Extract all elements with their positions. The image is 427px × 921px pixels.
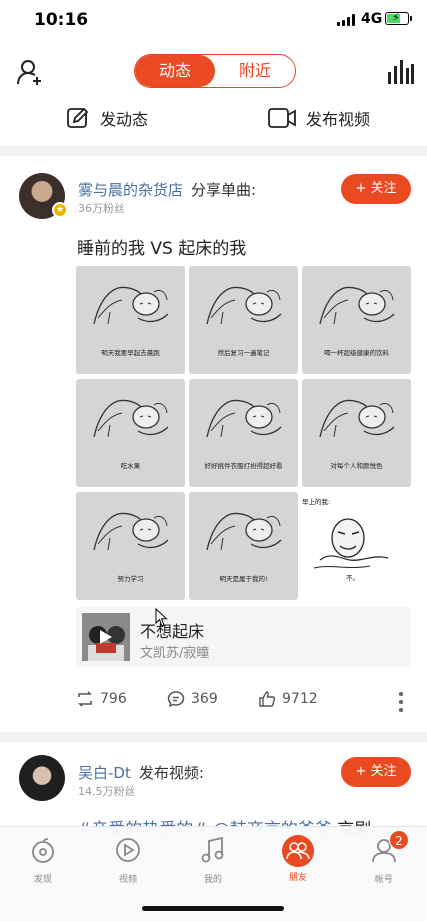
- mouse-cursor-icon: [155, 608, 168, 627]
- network-type: 4G: [361, 11, 383, 27]
- tab-label: 帐号: [374, 875, 393, 885]
- disc-icon: [32, 838, 54, 863]
- tab-dongtai[interactable]: 动态: [135, 55, 215, 87]
- video-play-icon: [116, 838, 140, 862]
- edit-icon: [67, 107, 89, 128]
- tab-label: 发现: [33, 875, 52, 885]
- post-status-button[interactable]: 发动态: [66, 106, 148, 130]
- add-friend-icon[interactable]: [16, 58, 44, 86]
- tab-label: 朋友: [288, 873, 307, 883]
- engagement-bar: 796 369 9712: [0, 690, 427, 716]
- avatar[interactable]: [19, 755, 65, 801]
- grid-image[interactable]: 明天我要早起去晨跑: [76, 266, 185, 374]
- video-camera-icon: [268, 108, 296, 128]
- battery-icon: ⚡: [385, 11, 412, 25]
- grid-image[interactable]: 对每个人和颜悦色: [302, 379, 411, 487]
- image-grid: 明天我要早起去晨跑 然后复习一遍笔记 喝一杯超级健康的饮料吃水果 好好挑件衣服打扮得超…: [76, 266, 411, 600]
- tab-label: 我的: [203, 875, 222, 885]
- sleeping-person-drawing: [206, 399, 282, 438]
- grid-image[interactable]: 吃水果: [76, 379, 185, 487]
- meme-bottom-text: 不。: [346, 574, 359, 582]
- like-count: 9712: [282, 691, 318, 707]
- feed-segment-control: 动态 附近: [134, 54, 296, 88]
- thumbs-up-icon: [259, 691, 276, 707]
- verified-star-icon: ★: [52, 202, 68, 218]
- sleeping-person-drawing: [319, 399, 395, 438]
- post-verb: 分享单曲:: [191, 181, 257, 199]
- grid-image[interactable]: 明天是属于我的!: [189, 492, 298, 600]
- author-name[interactable]: 雾与晨的杂货店: [78, 181, 183, 199]
- status-time: 10:16: [34, 10, 89, 30]
- sleeping-person-drawing: [93, 512, 169, 551]
- post-verb: 发布视频:: [138, 764, 204, 782]
- sleeping-person-drawing: [319, 286, 395, 325]
- status-bar: 10:16 4G ⚡: [0, 0, 427, 44]
- panel-caption: 对每个人和颜悦色: [330, 462, 383, 470]
- post-text: 睡前的我 VS 起床的我: [77, 239, 247, 259]
- tab-mine[interactable]: 我的: [183, 835, 243, 885]
- like-button[interactable]: 9712: [258, 690, 318, 708]
- panel-caption: 好好挑件衣服打扮得超好看: [204, 462, 283, 470]
- album-cover: [82, 613, 130, 661]
- notification-badge: 2: [389, 830, 409, 850]
- more-options-icon[interactable]: [399, 692, 403, 712]
- tab-label: 视频: [118, 875, 137, 885]
- sleeping-person-drawing: [93, 286, 169, 325]
- grid-image[interactable]: 好好挑件衣服打扮得超好看: [189, 379, 298, 487]
- grid-image[interactable]: 早上的我: 不。: [302, 492, 411, 600]
- compose-actions: 发动态 发布视频: [0, 100, 427, 140]
- song-title: 不想起床: [140, 622, 205, 641]
- meme-top-text: 早上的我:: [302, 498, 331, 506]
- post-status-label: 发动态: [100, 110, 149, 129]
- top-nav: 动态 附近: [0, 48, 427, 96]
- grid-image[interactable]: 努力学习: [76, 492, 185, 600]
- author-name[interactable]: 吴白-Dt: [78, 764, 131, 782]
- comment-icon: [167, 691, 185, 708]
- sleeping-person-drawing: [206, 512, 282, 551]
- grid-image[interactable]: 然后复习一遍笔记: [189, 266, 298, 374]
- tab-friends[interactable]: 朋友: [268, 835, 328, 883]
- meme-face-drawing: [313, 518, 389, 569]
- post-video-button[interactable]: 发布视频: [268, 106, 370, 130]
- repost-icon: [78, 691, 92, 707]
- panel-caption: 然后复习一遍笔记: [217, 349, 270, 357]
- repost-button[interactable]: 796: [76, 690, 127, 708]
- section-divider: [0, 732, 427, 742]
- signal-icon: [337, 14, 357, 26]
- panel-caption: 努力学习: [117, 575, 144, 583]
- fan-count: 36万粉丝: [78, 202, 125, 215]
- tab-discover[interactable]: 发现: [13, 835, 73, 885]
- tab-video[interactable]: 视频: [98, 835, 158, 885]
- repost-count: 796: [100, 691, 127, 707]
- grid-image[interactable]: 喝一杯超级健康的饮料: [302, 266, 411, 374]
- sleeping-person-drawing: [93, 399, 169, 438]
- post-video-label: 发布视频: [306, 110, 371, 129]
- post-header: 吴白-Dt 发布视频:: [78, 762, 204, 783]
- tab-nearby[interactable]: 附近: [215, 55, 295, 87]
- sleeping-person-drawing: [206, 286, 282, 325]
- comment-count: 369: [191, 691, 218, 707]
- panel-caption: 明天我要早起去晨跑: [101, 349, 160, 357]
- play-icon: [100, 630, 112, 644]
- panel-caption: 喝一杯超级健康的饮料: [324, 349, 389, 357]
- follow-button[interactable]: + 关注: [341, 174, 411, 204]
- follow-button[interactable]: + 关注: [341, 757, 411, 787]
- comment-button[interactable]: 369: [167, 690, 218, 708]
- friends-icon: [282, 835, 314, 867]
- song-artist: 文凯苏/寂瞳: [140, 646, 210, 661]
- home-indicator[interactable]: [142, 906, 284, 911]
- panel-caption: 明天是属于我的!: [219, 575, 268, 583]
- music-note-icon: [201, 836, 224, 863]
- section-divider: [0, 146, 427, 156]
- post-header: 雾与晨的杂货店 分享单曲:: [78, 179, 256, 200]
- stats-icon[interactable]: [387, 60, 414, 84]
- fan-count: 14.5万粉丝: [78, 785, 136, 798]
- panel-caption: 吃水果: [120, 462, 141, 470]
- song-card[interactable]: 不想起床 文凯苏/寂瞳: [76, 607, 411, 667]
